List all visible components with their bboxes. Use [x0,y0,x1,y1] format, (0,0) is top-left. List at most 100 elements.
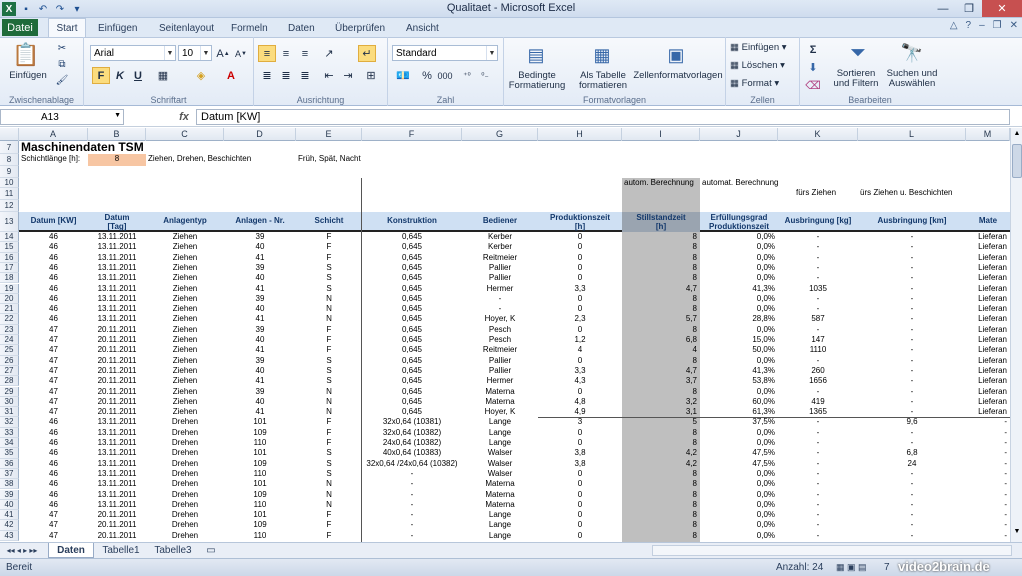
row-number[interactable]: 28 [0,376,19,387]
table-cell[interactable]: 0,645 [362,284,462,294]
table-cell[interactable]: 8 [622,438,700,448]
table-cell[interactable]: Walser [462,459,538,469]
table-cell[interactable]: 20.11.2011 [88,345,146,355]
row-number[interactable]: 32 [0,417,19,428]
table-cell[interactable]: 0,0% [700,273,778,283]
worksheet-grid[interactable]: A B C D E F G H I J K L M 7 8 9 10 11 12 13 Maschinendaten T… [0,128,1010,542]
row-number[interactable]: 35 [0,448,19,459]
currency-icon[interactable]: 💶 [394,67,412,84]
bold-button[interactable]: F [92,67,110,84]
sort-filter-label[interactable]: Sortieren und Filtern [826,69,886,89]
table-cell[interactable]: 0,0% [700,325,778,335]
table-cell[interactable]: 40 [224,304,296,314]
table-cell[interactable]: Lieferan [966,335,1010,345]
table-cell[interactable]: 8 [622,510,700,520]
tab-formulas[interactable]: Formeln [231,20,268,36]
table-cell[interactable]: Ziehen [146,335,224,345]
fill-icon[interactable]: ⬇ [804,59,822,76]
table-cell[interactable]: 41 [224,376,296,386]
table-cell[interactable]: - [858,253,966,263]
table-cell[interactable]: 50,0% [700,345,778,355]
table-cell[interactable]: Ziehen [146,407,224,417]
table-cell[interactable]: Walser [462,469,538,479]
table-cell[interactable]: 41 [224,314,296,324]
table-cell[interactable]: 39 [224,294,296,304]
table-cell[interactable]: Ziehen [146,242,224,252]
table-cell[interactable]: 5,7 [622,314,700,324]
table-cell[interactable]: S [296,263,362,273]
row-number[interactable]: 10 [0,178,19,188]
table-cell[interactable]: 0 [538,356,622,366]
table-cell[interactable]: 110 [224,438,296,448]
table-cell[interactable]: 46 [19,490,88,500]
decrease-indent-icon[interactable]: ⇤ [320,67,338,84]
table-cell[interactable]: 109 [224,428,296,438]
table-cell[interactable]: 0,645 [362,253,462,263]
table-cell[interactable]: Drehen [146,438,224,448]
table-cell[interactable]: Drehen [146,500,224,510]
table-cell[interactable]: 15,0% [700,335,778,345]
table-cell[interactable]: 47 [19,510,88,520]
align-center-icon[interactable]: ≣ [277,67,295,84]
table-cell[interactable]: 0,0% [700,263,778,273]
tab-data[interactable]: Daten [288,20,315,36]
table-cell[interactable]: 0 [538,304,622,314]
table-cell[interactable]: 41 [224,253,296,263]
table-cell[interactable]: 110 [224,531,296,541]
chevron-down-icon[interactable]: ▼ [200,46,211,60]
align-bottom-icon[interactable]: ≡ [296,45,314,62]
table-cell[interactable]: 8 [622,387,700,397]
table-cell[interactable]: 46 [19,304,88,314]
table-cell[interactable]: 3 [538,417,622,427]
table-cell[interactable]: - [858,510,966,520]
table-cell[interactable]: 0 [538,242,622,252]
table-cell[interactable]: 47 [19,325,88,335]
table-cell[interactable]: 8 [622,253,700,263]
table-cell[interactable]: Lieferan [966,253,1010,263]
table-cell[interactable]: 47 [19,397,88,407]
table-cell[interactable]: 13.11.2011 [88,304,146,314]
table-cell[interactable]: Hoyer, K [462,314,538,324]
undo-icon[interactable]: ↶ [36,2,50,16]
table-cell[interactable]: F [296,428,362,438]
table-cell[interactable]: Lange [462,428,538,438]
table-cell[interactable]: - [778,520,858,530]
table-cell[interactable]: 0,0% [700,510,778,520]
table-cell[interactable]: 13.11.2011 [88,294,146,304]
table-cell[interactable]: - [778,263,858,273]
table-cell[interactable]: 8 [622,500,700,510]
table-cell[interactable]: 47 [19,345,88,355]
table-cell[interactable]: - [858,376,966,386]
row-number[interactable]: 19 [0,283,19,294]
table-cell[interactable]: 3,3 [538,284,622,294]
row-number[interactable]: 37 [0,468,19,480]
table-cell[interactable]: Lieferan [966,232,1010,242]
row-number[interactable]: 20 [0,293,19,305]
table-cell[interactable]: 13.11.2011 [88,428,146,438]
table-cell[interactable]: 0 [538,294,622,304]
table-cell[interactable]: - [966,500,1010,510]
italic-button[interactable]: K [111,67,129,84]
horizontal-scrollbar[interactable] [652,545,1012,556]
table-cell[interactable]: 0 [538,253,622,263]
row-number[interactable]: 16 [0,252,19,263]
table-cell[interactable]: Lieferan [966,294,1010,304]
autosum-icon[interactable]: Σ [804,41,822,58]
table-cell[interactable]: 40 [224,273,296,283]
table-cell[interactable]: Lange [462,520,538,530]
table-cell[interactable]: 39 [224,356,296,366]
table-cell[interactable]: F [296,345,362,355]
increase-decimal-icon[interactable]: ⁺⁰ [458,67,476,84]
shrink-font-icon[interactable]: A ▼ [232,45,250,62]
table-cell[interactable]: 47 [19,520,88,530]
table-cell[interactable]: 1,2 [538,335,622,345]
table-cell[interactable]: 46 [19,417,88,427]
table-cell[interactable]: 47 [19,407,88,417]
table-cell[interactable]: - [778,531,858,541]
table-cell[interactable]: 46 [19,500,88,510]
table-cell[interactable]: 1365 [778,407,858,417]
table-cell[interactable]: 4 [622,345,700,355]
table-cell[interactable]: - [858,520,966,530]
table-cell[interactable]: F [296,417,362,427]
table-cell[interactable]: 13.11.2011 [88,469,146,479]
